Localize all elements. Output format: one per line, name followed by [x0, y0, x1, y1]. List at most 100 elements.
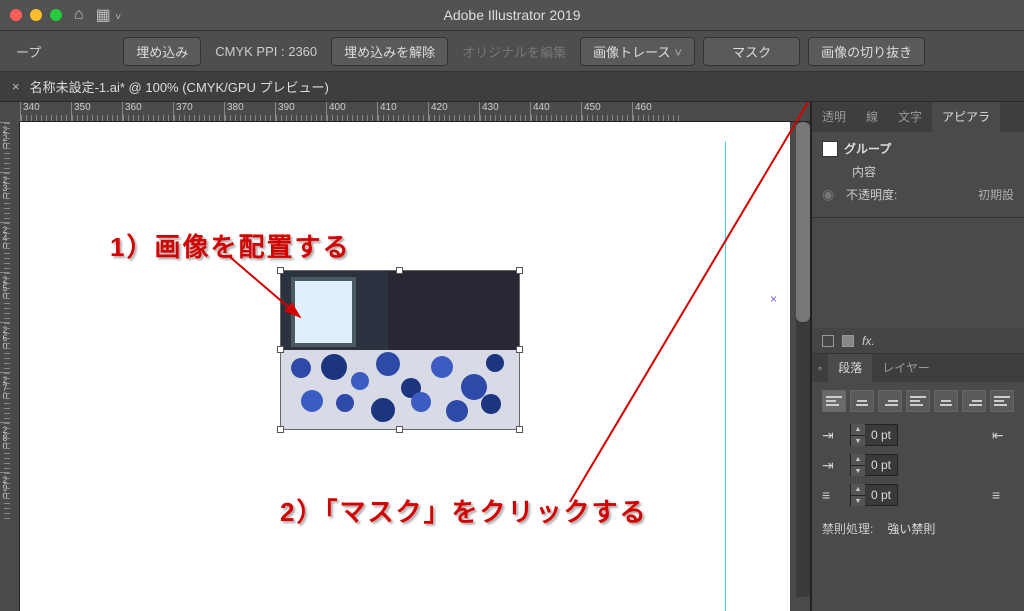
ruler-tick: 260 — [0, 322, 10, 372]
annotation-arrow-2 — [560, 102, 810, 512]
panel-toggle-icon[interactable]: ◦ — [812, 361, 828, 375]
scrollbar-thumb[interactable] — [796, 122, 810, 322]
ruler-tick: 270 — [0, 372, 10, 422]
justify-all-button[interactable] — [990, 390, 1014, 412]
new-stroke-icon[interactable] — [842, 335, 854, 347]
crop-image-button[interactable]: 画像の切り抜き — [808, 37, 925, 66]
align-right-button[interactable] — [878, 390, 902, 412]
ruler-tick: 240 — [0, 222, 10, 272]
object-type-label: ープ — [10, 42, 47, 61]
close-window-icon[interactable] — [10, 9, 22, 21]
justify-left-button[interactable] — [906, 390, 930, 412]
indent-right-icon: ⇤ — [992, 427, 1014, 444]
space-before-row: ≡ ▲▼ 0 pt ≡ — [812, 480, 1024, 510]
first-line-indent-row: ⇥ ▲▼ 0 pt — [812, 450, 1024, 480]
image-content — [281, 271, 519, 429]
tab-paragraph[interactable]: 段落 — [828, 354, 872, 382]
canvas-area[interactable]: 340 350 360 370 380 390 400 410 420 430 … — [0, 102, 810, 611]
paragraph-panel-tabs: ◦ 段落 レイヤー — [812, 354, 1024, 382]
kinsoku-label: 禁則処理: — [822, 520, 873, 537]
ruler-tick: 340 — [20, 102, 71, 121]
vertical-scrollbar[interactable] — [796, 122, 810, 597]
window-controls — [10, 9, 62, 21]
selection-handle[interactable] — [277, 267, 284, 274]
mask-button[interactable]: マスク — [703, 37, 800, 66]
fx-icon[interactable]: fx. — [862, 334, 875, 348]
ruler-tick: 450 — [581, 102, 632, 121]
home-icon[interactable]: ⌂ — [74, 6, 84, 24]
effects-toolbar: fx. — [812, 328, 1024, 354]
guide-line[interactable] — [725, 142, 726, 611]
visibility-icon[interactable]: ◉ — [822, 186, 840, 203]
ruler-tick: 430 — [479, 102, 530, 121]
indent-left-row: ⇥ ▲▼ 0 pt ⇤ — [812, 420, 1024, 450]
selection-handle[interactable] — [516, 267, 523, 274]
opacity-label: 不透明度: — [846, 186, 897, 203]
artboard[interactable]: × — [20, 122, 790, 611]
first-line-indent-icon: ⇥ — [822, 457, 844, 474]
object-group-label: グループ — [844, 140, 891, 157]
stepper-up-icon[interactable]: ▲ — [851, 484, 865, 495]
ruler-tick: 230 — [0, 172, 10, 222]
ruler-tick: 380 — [224, 102, 275, 121]
ruler-tick: 280 — [0, 422, 10, 472]
document-tab[interactable]: × 名称未設定-1.ai* @ 100% (CMYK/GPU プレビュー) — [0, 72, 1024, 102]
maximize-window-icon[interactable] — [50, 9, 62, 21]
appearance-panel-tabs: 透明 線 文字 アピアラ — [812, 102, 1024, 132]
tab-stroke[interactable]: 線 — [856, 102, 888, 132]
stepper-down-icon[interactable]: ▼ — [851, 435, 865, 446]
tab-transparency[interactable]: 透明 — [812, 102, 856, 132]
first-line-indent-value: 0 pt — [865, 458, 897, 472]
annotation-1: 1）画像を配置する — [110, 227, 350, 264]
justify-center-button[interactable] — [934, 390, 958, 412]
selection-handle[interactable] — [516, 346, 523, 353]
indent-left-input[interactable]: ▲▼ 0 pt — [850, 424, 898, 446]
first-line-indent-input[interactable]: ▲▼ 0 pt — [850, 454, 898, 476]
selection-handle[interactable] — [516, 426, 523, 433]
selection-handle[interactable] — [277, 426, 284, 433]
ruler-tick: 290 — [0, 472, 10, 522]
side-panels: 透明 線 文字 アピアラ グループ 内容 ◉ 不透明度: 初期設 fx. — [810, 102, 1024, 611]
selection-handle[interactable] — [277, 346, 284, 353]
control-bar: ープ 埋め込み CMYK PPI : 2360 埋め込みを解除 オリジナルを編集… — [0, 30, 1024, 72]
close-tab-icon[interactable]: × — [12, 79, 20, 94]
align-left-button[interactable] — [822, 390, 846, 412]
fill-swatch[interactable] — [822, 141, 838, 157]
stepper-up-icon[interactable]: ▲ — [851, 424, 865, 435]
ruler-tick: 370 — [173, 102, 224, 121]
space-before-input[interactable]: ▲▼ 0 pt — [850, 484, 898, 506]
minimize-window-icon[interactable] — [30, 9, 42, 21]
ruler-tick: 360 — [122, 102, 173, 121]
new-fill-icon[interactable] — [822, 335, 834, 347]
stepper-down-icon[interactable]: ▼ — [851, 465, 865, 476]
kinsoku-value[interactable]: 強い禁則 — [887, 520, 935, 537]
ruler-tick: 350 — [71, 102, 122, 121]
image-trace-button[interactable]: 画像トレース˅ — [580, 37, 695, 66]
tab-layers[interactable]: レイヤー — [872, 354, 940, 382]
vertical-ruler: 220 230 240 250 260 270 280 290 — [0, 122, 20, 611]
app-title: Adobe Illustrator 2019 — [444, 7, 581, 23]
horizontal-ruler: 340 350 360 370 380 390 400 410 420 430 … — [20, 102, 810, 122]
align-center-button[interactable] — [850, 390, 874, 412]
workspace: 340 350 360 370 380 390 400 410 420 430 … — [0, 102, 1024, 611]
embed-button[interactable]: 埋め込み — [123, 37, 201, 66]
tab-appearance[interactable]: アピアラ — [932, 102, 1000, 132]
workspace-switcher-icon[interactable]: ▦ ˅ — [96, 5, 121, 25]
unembed-button[interactable]: 埋め込みを解除 — [331, 37, 448, 66]
ruler-tick: 410 — [377, 102, 428, 121]
selection-handle[interactable] — [396, 426, 403, 433]
ruler-tick: 250 — [0, 272, 10, 322]
ruler-tick: 420 — [428, 102, 479, 121]
stepper-down-icon[interactable]: ▼ — [851, 495, 865, 506]
stepper-up-icon[interactable]: ▲ — [851, 454, 865, 465]
document-tab-label: 名称未設定-1.ai* @ 100% (CMYK/GPU プレビュー) — [30, 77, 329, 96]
placed-image[interactable] — [280, 270, 520, 430]
contents-label[interactable]: 内容 — [852, 163, 876, 180]
ruler-tick: 220 — [0, 122, 10, 172]
selection-handle[interactable] — [396, 267, 403, 274]
tab-character[interactable]: 文字 — [888, 102, 932, 132]
chevron-down-icon[interactable]: ˅ — [675, 45, 683, 60]
paragraph-align-row — [812, 382, 1024, 420]
justify-right-button[interactable] — [962, 390, 986, 412]
opacity-value[interactable]: 初期設 — [978, 186, 1014, 203]
